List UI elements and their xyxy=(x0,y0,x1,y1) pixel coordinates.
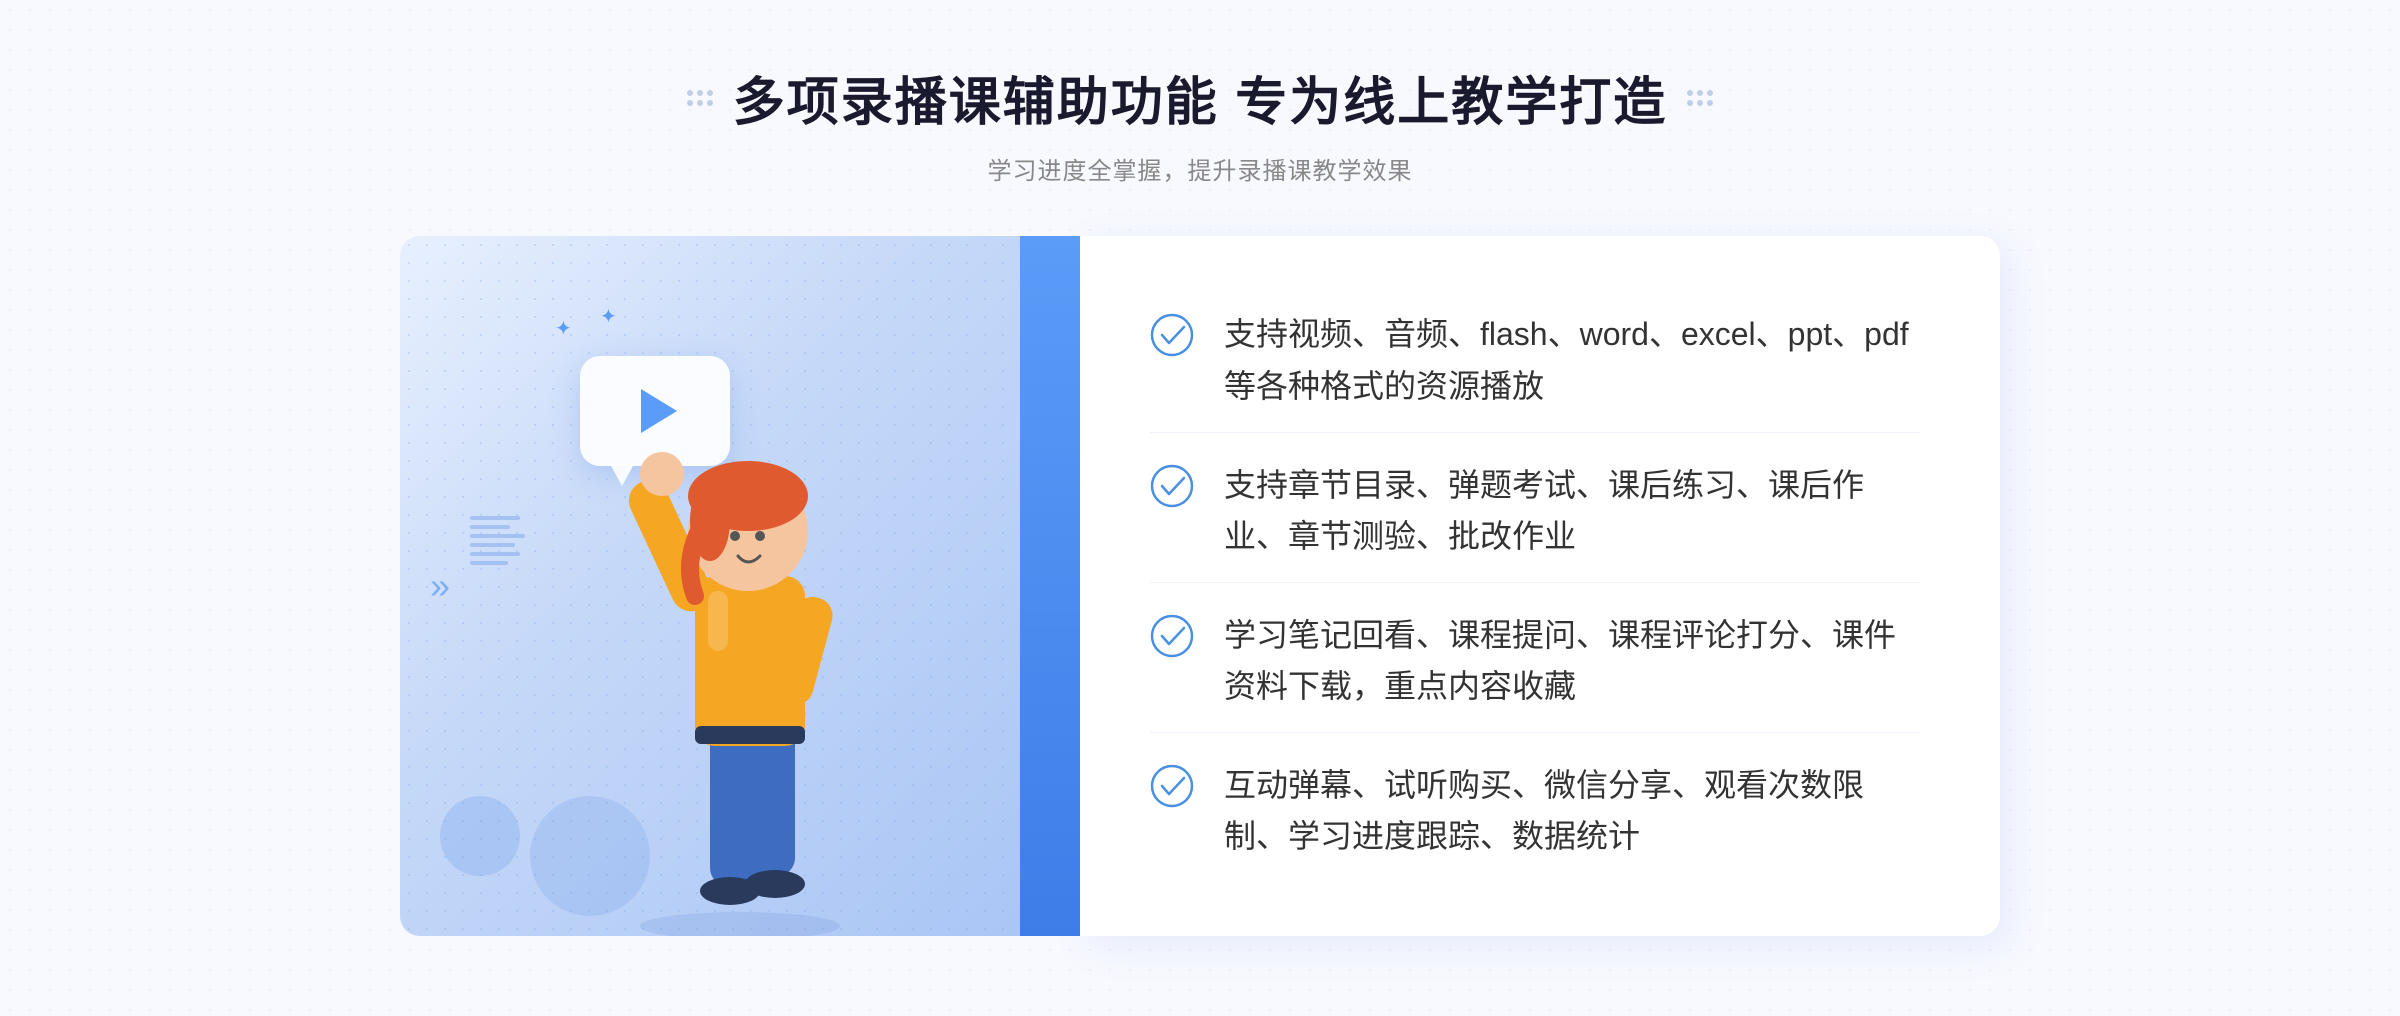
blue-bar xyxy=(1020,236,1080,936)
feature-item-2: 支持章节目录、弹题考试、课后练习、课后作业、章节测验、批改作业 xyxy=(1150,440,1920,583)
feature-text-2: 支持章节目录、弹题考试、课后练习、课后作业、章节测验、批改作业 xyxy=(1224,460,1920,562)
feature-item-4: 互动弹幕、试听购买、微信分享、观看次数限制、学习进度跟踪、数据统计 xyxy=(1150,740,1920,882)
deco-line-1 xyxy=(470,516,520,520)
sparkle-icon-2: ✦ xyxy=(600,304,617,329)
check-icon-2 xyxy=(1150,464,1194,508)
check-icon-1 xyxy=(1150,313,1194,357)
header-section: 多项录播课辅助功能 专为线上教学打造 学习进度全掌握，提升录播课教学效果 xyxy=(687,60,1713,186)
illustration-area: ✦ ✦ » xyxy=(400,236,1080,936)
feature-item-1: 支持视频、音频、flash、word、excel、ppt、pdf等各种格式的资源… xyxy=(1150,289,1920,432)
deco-line-6 xyxy=(470,561,508,565)
check-icon-3 xyxy=(1150,614,1194,658)
dot-grid-left xyxy=(687,90,713,106)
deco-lines xyxy=(470,516,525,565)
sparkle-icon-1: ✦ xyxy=(555,316,572,341)
chevrons-left: » xyxy=(430,565,442,607)
content-section: ✦ ✦ » xyxy=(400,236,2000,936)
main-title: 多项录播课辅助功能 专为线上教学打造 xyxy=(733,60,1667,135)
page-container: 多项录播课辅助功能 专为线上教学打造 学习进度全掌握，提升录播课教学效果 ✦ ✦ xyxy=(0,0,2400,1016)
feature-text-1: 支持视频、音频、flash、word、excel、ppt、pdf等各种格式的资源… xyxy=(1224,309,1920,411)
deco-line-5 xyxy=(470,552,520,556)
deco-line-3 xyxy=(470,534,525,538)
check-icon-4 xyxy=(1150,764,1194,808)
header-title-row: 多项录播课辅助功能 专为线上教学打造 xyxy=(687,60,1713,135)
feature-text-4: 互动弹幕、试听购买、微信分享、观看次数限制、学习进度跟踪、数据统计 xyxy=(1224,760,1920,862)
person-illustration xyxy=(590,356,890,936)
title-decorator-left xyxy=(687,90,713,106)
features-panel: 支持视频、音频、flash、word、excel、ppt、pdf等各种格式的资源… xyxy=(1080,236,2000,936)
deco-line-2 xyxy=(470,525,510,529)
feature-item-3: 学习笔记回看、课程提问、课程评论打分、课件资料下载，重点内容收藏 xyxy=(1150,590,1920,733)
subtitle: 学习进度全掌握，提升录播课教学效果 xyxy=(687,151,1713,186)
deco-circle-1 xyxy=(440,796,520,876)
deco-line-4 xyxy=(470,543,515,547)
feature-text-3: 学习笔记回看、课程提问、课程评论打分、课件资料下载，重点内容收藏 xyxy=(1224,610,1920,712)
title-decorator-right xyxy=(1687,90,1713,106)
dot-grid-right xyxy=(1687,90,1713,106)
